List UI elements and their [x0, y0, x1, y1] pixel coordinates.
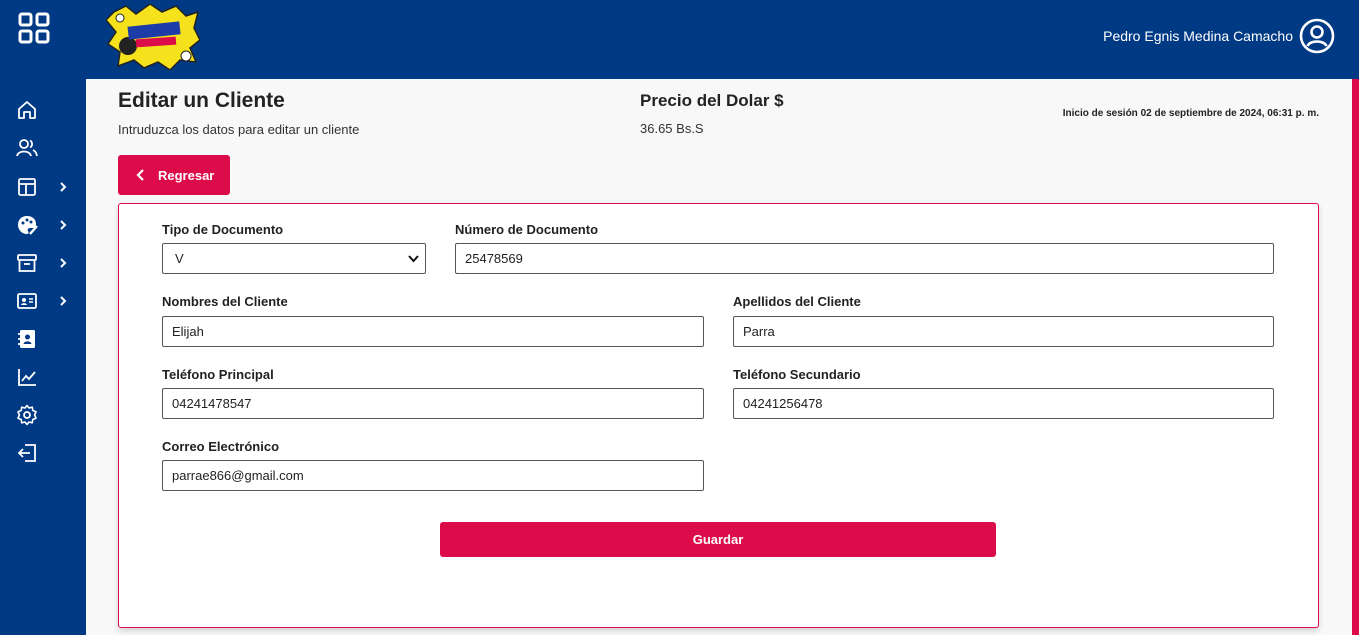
nombres-label: Nombres del Cliente [162, 294, 288, 309]
sidebar-item-home[interactable] [16, 96, 78, 124]
home-icon [18, 101, 36, 119]
telefono-principal-label: Teléfono Principal [162, 367, 274, 382]
id-card-icon [17, 293, 37, 309]
sidebar-item-logout[interactable] [16, 439, 78, 467]
users-icon [16, 139, 38, 157]
sidebar-item-palette[interactable] [16, 211, 78, 239]
chevron-right-icon [60, 296, 67, 306]
page-title: Editar un Cliente [118, 89, 285, 112]
tipo-documento-label: Tipo de Documento [162, 222, 284, 237]
top-header: Pedro Egnis Medina Camacho [0, 0, 1359, 79]
back-button[interactable]: Regresar [118, 155, 230, 195]
session-info: Inicio de sesión 02 de septiembre de 202… [1062, 108, 1319, 119]
sidebar-item-layout[interactable] [16, 173, 78, 201]
back-button-label: Regresar [158, 167, 215, 183]
chevron-right-icon [60, 258, 67, 268]
sidebar-item-reports[interactable] [16, 363, 78, 391]
chevron-right-icon [60, 182, 67, 192]
sidebar-item-clientes[interactable] [16, 134, 78, 162]
telefono-principal-input[interactable] [162, 388, 704, 419]
tipo-documento-value: V [175, 251, 184, 266]
bombita-logo[interactable] [104, 3, 201, 71]
telefono-secundario-label: Teléfono Secundario [733, 367, 861, 382]
chevron-down-icon [408, 255, 419, 263]
logout-icon [17, 444, 36, 462]
sidebar-item-id-card[interactable] [16, 287, 78, 315]
user-avatar-icon[interactable] [1299, 18, 1335, 54]
apellidos-input[interactable] [733, 316, 1274, 347]
sidebar-item-archive[interactable] [16, 249, 78, 277]
correo-label: Correo Electrónico [162, 439, 280, 454]
contact-book-icon [18, 330, 35, 348]
gear-icon [17, 404, 37, 426]
layout-icon [18, 178, 36, 196]
dolar-price-value: 36.65 Bs.S [640, 121, 704, 136]
chevron-left-icon [136, 169, 144, 181]
numero-documento-label: Número de Documento [455, 222, 599, 237]
sidebar-item-settings[interactable] [16, 401, 78, 429]
sidebar-item-contacts[interactable] [16, 325, 78, 353]
user-name[interactable]: Pedro Egnis Medina Camacho [1103, 28, 1293, 44]
apellidos-label: Apellidos del Cliente [733, 294, 861, 309]
save-button[interactable]: Guardar [440, 522, 996, 557]
palette-icon [18, 216, 38, 235]
scrollbar[interactable] [1352, 79, 1359, 635]
numero-documento-input[interactable] [455, 243, 1274, 274]
apps-grid-icon[interactable] [18, 12, 50, 44]
dolar-price-title: Precio del Dolar $ [640, 91, 784, 110]
sidebar [0, 79, 86, 635]
archive-icon [17, 254, 37, 272]
tipo-documento-select[interactable]: V [162, 243, 426, 274]
correo-input[interactable] [162, 460, 704, 491]
nombres-input[interactable] [162, 316, 704, 347]
chevron-right-icon [60, 220, 67, 230]
chart-line-icon [18, 369, 36, 386]
page-subtitle: Intruduzca los datos para editar un clie… [118, 122, 360, 137]
telefono-secundario-input[interactable] [733, 388, 1274, 419]
